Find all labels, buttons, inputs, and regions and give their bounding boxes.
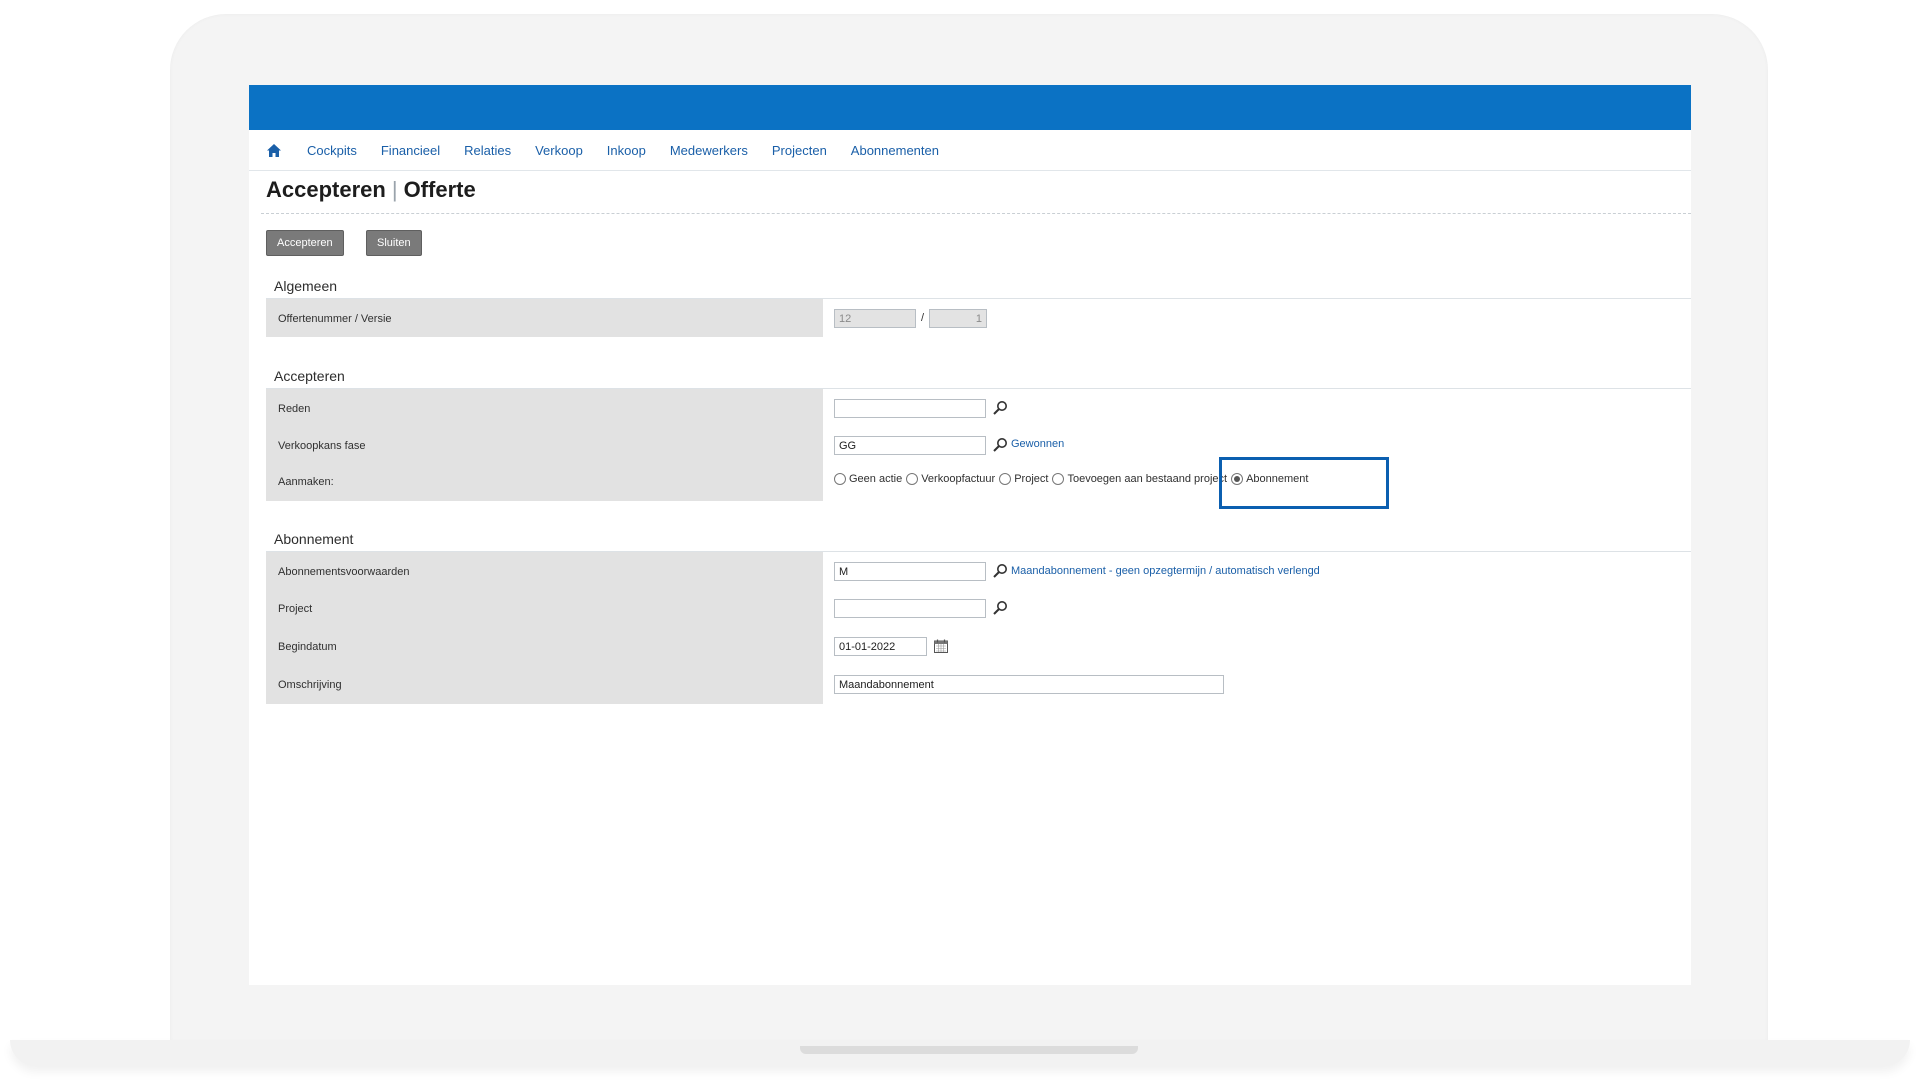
nav-item-inkoop[interactable]: Inkoop — [607, 143, 646, 158]
voorwaarden-link[interactable]: Maandabonnement - geen opzegtermijn / au… — [1011, 565, 1320, 577]
radio-label: Project — [1014, 473, 1049, 485]
search-icon[interactable] — [992, 563, 1008, 579]
highlight-box — [1219, 457, 1389, 509]
section-title-accepteren: Accepteren — [274, 368, 345, 384]
main-nav: Cockpits Financieel Relaties Verkoop Ink… — [249, 130, 1691, 171]
radio-geen-actie[interactable]: Geen actie — [834, 473, 902, 485]
project-label: Project — [278, 603, 313, 615]
radio-label: Toevoegen aan bestaand project — [1067, 473, 1228, 485]
nav-item-relaties[interactable]: Relaties — [464, 143, 511, 158]
radio-label: Verkoopfactuur — [921, 473, 996, 485]
section-title-algemeen: Algemeen — [274, 278, 338, 294]
begindatum-input[interactable]: 01-01-2022 — [834, 637, 927, 656]
offer-version-separator: / — [921, 312, 925, 324]
title-divider — [261, 213, 1691, 214]
voorwaarden-label: Abonnementsvoorwaarden — [278, 566, 410, 578]
laptop-notch — [800, 1046, 1138, 1054]
begindatum-label: Begindatum — [278, 641, 337, 653]
page-title: Accepteren | Offerte — [266, 177, 476, 203]
nav-item-cockpits[interactable]: Cockpits — [307, 143, 357, 158]
reden-input[interactable] — [834, 399, 986, 418]
search-icon[interactable] — [992, 437, 1008, 453]
title-separator: | — [391, 177, 398, 202]
voorwaarden-input[interactable]: M — [834, 562, 986, 581]
nav-item-financieel[interactable]: Financieel — [381, 143, 440, 158]
nav-item-abonnementen[interactable]: Abonnementen — [851, 143, 939, 158]
offer-number-field: 12 — [834, 309, 916, 328]
omschrijving-label: Omschrijving — [278, 679, 342, 691]
omschrijving-input[interactable]: Maandabonnement — [834, 675, 1224, 694]
nav-item-verkoop[interactable]: Verkoop — [535, 143, 583, 158]
search-icon[interactable] — [992, 400, 1008, 416]
section-title-abonnement: Abonnement — [274, 531, 354, 547]
radio-dot — [834, 473, 846, 485]
radio-label: Geen actie — [849, 473, 903, 485]
nav-item-projecten[interactable]: Projecten — [772, 143, 827, 158]
fase-input[interactable]: GG — [834, 436, 986, 455]
home-icon[interactable] — [265, 141, 283, 159]
fase-label: Verkoopkans fase — [278, 440, 366, 452]
top-banner — [249, 85, 1691, 130]
radio-dot — [999, 473, 1012, 485]
offer-number-label: Offertenummer / Versie — [278, 313, 392, 325]
radio-verkoopfactuur[interactable]: Verkoopfactuur — [906, 473, 995, 485]
calendar-icon[interactable] — [933, 638, 949, 654]
offer-version-field: 1 — [929, 309, 987, 328]
reden-label: Reden — [278, 403, 311, 415]
radio-project[interactable]: Project — [999, 473, 1048, 485]
search-icon[interactable] — [992, 600, 1008, 616]
fase-link[interactable]: Gewonnen — [1011, 438, 1064, 450]
close-button[interactable]: Sluiten — [366, 230, 422, 256]
nav-item-medewerkers[interactable]: Medewerkers — [670, 143, 748, 158]
radio-toevoegen-aan-bestaand-project[interactable]: Toevoegen aan bestaand project — [1052, 473, 1227, 485]
aanmaken-label: Aanmaken: — [278, 476, 334, 488]
accept-button[interactable]: Accepteren — [266, 230, 344, 256]
page-title-sub: Offerte — [403, 177, 476, 202]
app-screen: Cockpits Financieel Relaties Verkoop Ink… — [249, 85, 1691, 985]
project-input[interactable] — [834, 599, 986, 618]
page-title-main: Accepteren — [266, 177, 386, 202]
radio-dot — [1052, 473, 1065, 485]
radio-dot — [906, 473, 919, 485]
